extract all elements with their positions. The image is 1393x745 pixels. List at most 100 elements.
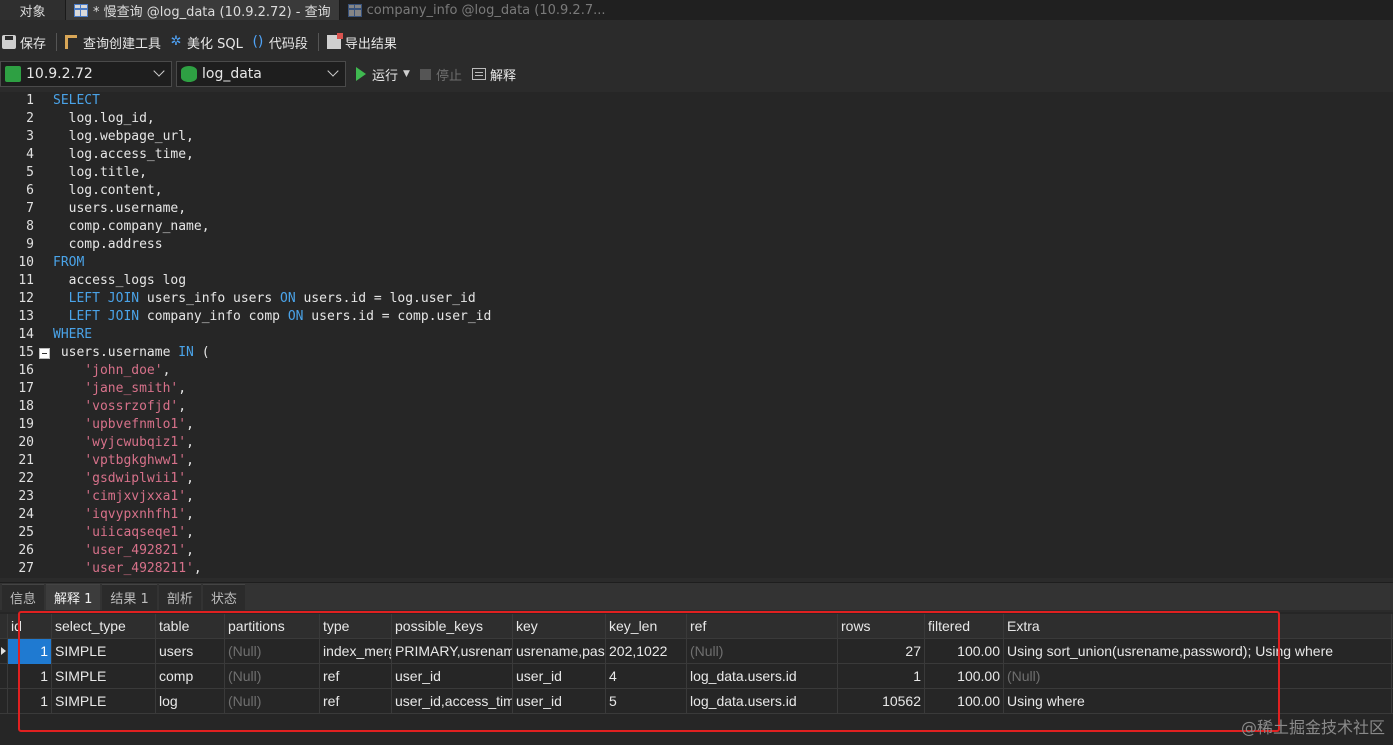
code-line[interactable]: 23 'cimjxvjxxa1', — [0, 488, 1393, 506]
code-line[interactable]: 4 log.access_time, — [0, 146, 1393, 164]
grid-cell[interactable]: SIMPLE — [52, 639, 156, 664]
grid-cell[interactable]: 4 — [606, 664, 687, 689]
code-line[interactable]: 2 log.log_id, — [0, 110, 1393, 128]
grid-cell[interactable]: 202,1022 — [606, 639, 687, 664]
result-tab[interactable]: 解释 1 — [46, 584, 101, 610]
tab-slow-query[interactable]: * 慢查询 @log_data (10.9.2.72) - 查询 — [66, 0, 340, 20]
grid-cell[interactable]: ref — [320, 689, 392, 714]
code-line[interactable]: 10 FROM — [0, 254, 1393, 272]
explain-result-grid[interactable]: id select_type table partitions type possible… — [0, 612, 1393, 745]
sql-editor[interactable]: 1 SELECT 2 log.log_id, 3 log.webpage_url, 4 … — [0, 92, 1393, 578]
code-line[interactable]: 9 comp.address — [0, 236, 1393, 254]
column-header-extra[interactable]: Extra — [1004, 614, 1392, 639]
code-snippet-button[interactable]: () 代码段 — [251, 33, 307, 52]
grid-cell[interactable]: SIMPLE — [52, 664, 156, 689]
beautify-sql-button[interactable]: ✲ 美化 SQL — [169, 33, 243, 52]
grid-cell[interactable]: (Null) — [1004, 664, 1392, 689]
result-tab[interactable]: 结果 1 — [102, 584, 157, 610]
grid-cell[interactable]: user_id — [513, 664, 606, 689]
code-line[interactable]: 22 'gsdwiplwii1', — [0, 470, 1393, 488]
grid-cell[interactable]: usrename,password — [513, 639, 606, 664]
column-header-rows[interactable]: rows — [838, 614, 925, 639]
grid-cell[interactable]: user_id,access_time — [392, 689, 513, 714]
fold-collapse-icon[interactable] — [39, 348, 50, 359]
grid-cell[interactable]: log — [156, 689, 225, 714]
column-header-partitions[interactable]: partitions — [225, 614, 320, 639]
column-header-id[interactable]: id — [8, 614, 52, 639]
tab-company-info[interactable]: company_info @log_data (10.9.2.7... — [340, 0, 614, 20]
column-header-ref[interactable]: ref — [687, 614, 838, 639]
grid-cell[interactable]: comp — [156, 664, 225, 689]
grid-cell[interactable]: user_id — [513, 689, 606, 714]
grid-cell[interactable]: users — [156, 639, 225, 664]
code-line[interactable]: 27 'user_4928211', — [0, 560, 1393, 578]
grid-cell[interactable]: 1 — [8, 689, 52, 714]
grid-cell[interactable]: index_merge — [320, 639, 392, 664]
table-row[interactable]: 1 SIMPLE comp (Null) ref user_id user_id 4 log_d… — [0, 664, 1393, 689]
column-header-key[interactable]: key — [513, 614, 606, 639]
result-tab[interactable]: 信息 — [2, 584, 45, 610]
grid-cell[interactable]: Using sort_union(usrename,password); Usi… — [1004, 639, 1392, 664]
code-line[interactable]: 3 log.webpage_url, — [0, 128, 1393, 146]
grid-cell[interactable]: log_data.users.id — [687, 664, 838, 689]
code-line[interactable]: 5 log.title, — [0, 164, 1393, 182]
code-line[interactable]: 7 users.username, — [0, 200, 1393, 218]
column-header-type[interactable]: type — [320, 614, 392, 639]
grid-cell[interactable]: PRIMARY,usrename — [392, 639, 513, 664]
table-row[interactable]: 1 SIMPLE log (Null) ref user_id,access_time us… — [0, 689, 1393, 714]
column-header-key-len[interactable]: key_len — [606, 614, 687, 639]
grid-cell[interactable]: (Null) — [225, 689, 320, 714]
grid-cell[interactable]: (Null) — [225, 639, 320, 664]
tab-objects[interactable]: 对象 — [0, 0, 66, 20]
grid-cell[interactable]: log_data.users.id — [687, 689, 838, 714]
code-line[interactable]: 12 LEFT JOIN users_info users ON users.i… — [0, 290, 1393, 308]
grid-cell[interactable]: 27 — [838, 639, 925, 664]
database-select[interactable]: log_data — [176, 61, 346, 87]
result-tab[interactable]: 剖析 — [158, 584, 201, 610]
run-button[interactable]: 运行 ▼ — [356, 65, 410, 84]
code-line[interactable]: 18 'vossrzofjd', — [0, 398, 1393, 416]
code-line[interactable]: 19 'upbvefnmlo1', — [0, 416, 1393, 434]
grid-cell[interactable]: (Null) — [687, 639, 838, 664]
column-header-select-type[interactable]: select_type — [52, 614, 156, 639]
code-line[interactable]: 24 'iqvypxnhfh1', — [0, 506, 1393, 524]
code-line[interactable]: 1 SELECT — [0, 92, 1393, 110]
grid-cell[interactable]: user_id — [392, 664, 513, 689]
grid-cell[interactable]: 100.00 — [925, 689, 1004, 714]
stop-button[interactable]: 停止 — [419, 65, 462, 84]
code-line[interactable]: 25 'uiicaqseqe1', — [0, 524, 1393, 542]
column-header-filtered[interactable]: filtered — [925, 614, 1004, 639]
query-builder-button[interactable]: 查询创建工具 — [65, 33, 161, 52]
code-line[interactable]: 6 log.content, — [0, 182, 1393, 200]
code-line[interactable]: 21 'vptbgkghww1', — [0, 452, 1393, 470]
code-line[interactable]: 8 comp.company_name, — [0, 218, 1393, 236]
explain-button[interactable]: 解释 — [471, 65, 516, 84]
grid-cell[interactable]: 1 — [838, 664, 925, 689]
grid-cell[interactable]: 1 — [8, 639, 52, 664]
grid-cell[interactable]: ref — [320, 664, 392, 689]
grid-cell[interactable]: 100.00 — [925, 664, 1004, 689]
code-line[interactable]: 14 WHERE — [0, 326, 1393, 344]
code-line[interactable]: 11 access_logs log — [0, 272, 1393, 290]
code-line[interactable]: 15 users.username IN ( — [0, 344, 1393, 362]
grid-cell[interactable]: 1 — [8, 664, 52, 689]
grid-cell[interactable]: Using where — [1004, 689, 1392, 714]
table-row[interactable]: 1SIMPLEusers(Null)index_mergePRIMARY,usr… — [0, 639, 1393, 664]
grid-cell[interactable]: 5 — [606, 689, 687, 714]
save-button[interactable]: 保存 — [2, 33, 46, 52]
export-results-button[interactable]: 导出结果 — [326, 33, 397, 52]
grid-cell[interactable]: (Null) — [225, 664, 320, 689]
column-header-table[interactable]: table — [156, 614, 225, 639]
code-line[interactable]: 17 'jane_smith', — [0, 380, 1393, 398]
connection-select[interactable]: 10.9.2.72 — [0, 61, 172, 87]
code-line[interactable]: 16 'john_doe', — [0, 362, 1393, 380]
grid-cell[interactable]: 100.00 — [925, 639, 1004, 664]
grid-cell[interactable]: SIMPLE — [52, 689, 156, 714]
result-tab[interactable]: 状态 — [202, 584, 245, 610]
grid-cell[interactable]: 10562 — [838, 689, 925, 714]
dropdown-caret-icon[interactable]: ▼ — [403, 69, 410, 79]
code-line[interactable]: 26 'user_492821', — [0, 542, 1393, 560]
column-header-possible-keys[interactable]: possible_keys — [392, 614, 513, 639]
code-line[interactable]: 13 LEFT JOIN company_info comp ON users.… — [0, 308, 1393, 326]
code-line[interactable]: 20 'wyjcwubqiz1', — [0, 434, 1393, 452]
